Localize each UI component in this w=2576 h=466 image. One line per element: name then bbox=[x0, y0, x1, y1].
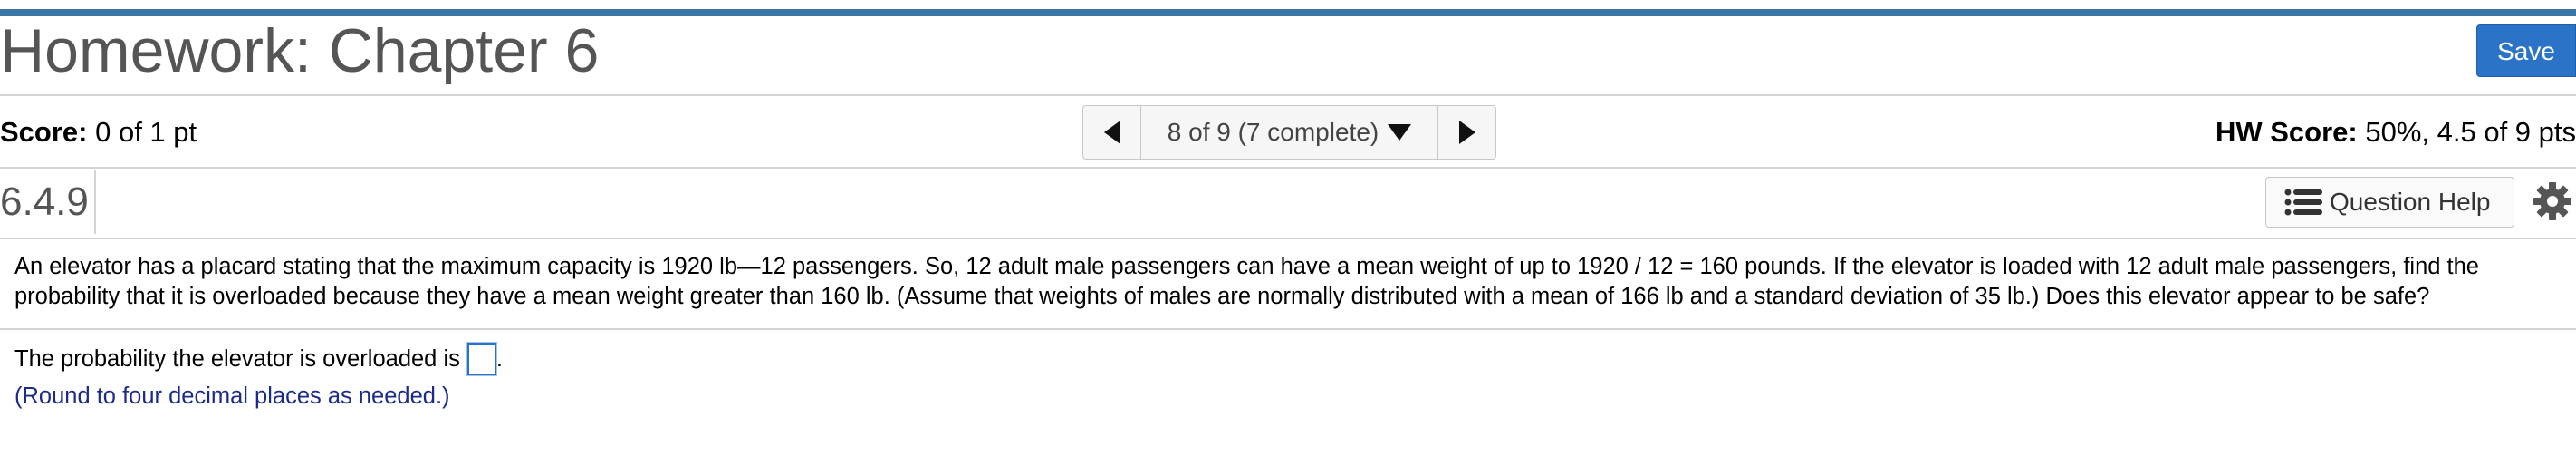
top-accent-bar bbox=[0, 9, 2576, 16]
divider bbox=[0, 238, 2576, 239]
question-select-label: 8 of 9 (7 complete) bbox=[1167, 118, 1379, 146]
previous-question-button[interactable] bbox=[1083, 106, 1141, 159]
caret-down-icon bbox=[1388, 124, 1412, 141]
list-icon bbox=[2284, 189, 2322, 216]
caret-right-icon bbox=[1458, 121, 1475, 144]
question-number: 6.4.9 bbox=[0, 180, 89, 224]
divider bbox=[0, 167, 2576, 169]
caret-left-icon bbox=[1103, 121, 1120, 144]
hw-score-label: HW Score: bbox=[2215, 116, 2358, 148]
score-label: Score: bbox=[0, 116, 88, 148]
gear-icon[interactable] bbox=[2533, 181, 2572, 221]
answer-suffix: . bbox=[495, 346, 503, 372]
page-title: Homework: Chapter 6 bbox=[0, 16, 600, 85]
question-help-label: Question Help bbox=[2330, 188, 2491, 216]
hw-score-value: 50%, 4.5 of 9 pts bbox=[2365, 116, 2576, 148]
rounding-hint: (Round to four decimal places as needed.… bbox=[14, 383, 450, 409]
score-display: Score: 0 of 1 pt bbox=[0, 114, 197, 150]
divider bbox=[0, 328, 2576, 330]
homework-page: Homework: Chapter 6 Save Score: 0 of 1 p… bbox=[0, 0, 2576, 466]
question-select-dropdown[interactable]: 8 of 9 (7 complete) bbox=[1141, 106, 1437, 159]
problem-statement: An elevator has a placard stating that t… bbox=[14, 254, 2479, 309]
answer-line: The probability the elevator is overload… bbox=[14, 342, 503, 376]
question-help-button[interactable]: Question Help bbox=[2265, 177, 2514, 228]
divider bbox=[0, 94, 2576, 96]
question-navigator: 8 of 9 (7 complete) bbox=[1082, 105, 1496, 160]
hw-score-display: HW Score: 50%, 4.5 of 9 pts bbox=[2216, 114, 2576, 150]
question-number-separator bbox=[94, 170, 96, 234]
answer-prompt: The probability the elevator is overload… bbox=[14, 346, 460, 372]
save-button[interactable]: Save bbox=[2476, 24, 2576, 77]
next-question-button[interactable] bbox=[1437, 106, 1495, 159]
score-value: 0 of 1 pt bbox=[95, 116, 197, 148]
probability-answer-input[interactable] bbox=[466, 342, 497, 376]
